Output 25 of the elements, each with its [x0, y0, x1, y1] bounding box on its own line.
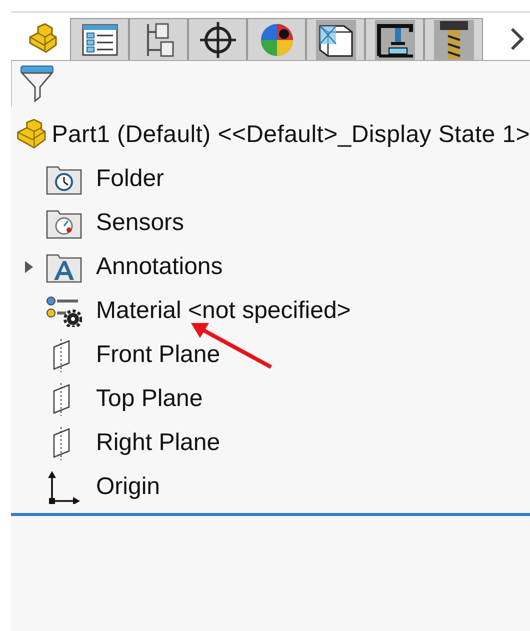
tree-item-label[interactable]: Part1 (Default) <<Default>_Display State 1> — [52, 121, 530, 149]
expand-arrow-icon[interactable] — [24, 261, 34, 273]
panel-tab[interactable] — [424, 18, 483, 60]
tree-item-label[interactable]: Right Plane — [96, 429, 220, 457]
crosshair-icon — [198, 20, 236, 58]
tree-item-label[interactable]: Front Plane — [96, 341, 220, 369]
panel-tab[interactable] — [365, 18, 424, 60]
tree-item-label[interactable]: Annotations — [96, 253, 223, 281]
part-icon — [16, 119, 47, 151]
color-sphere-icon — [260, 22, 294, 56]
panel-tab[interactable] — [188, 18, 247, 60]
panel-tab[interactable] — [129, 18, 188, 60]
material-gear-icon — [46, 295, 82, 327]
chevron-right-icon[interactable] — [510, 27, 524, 51]
origin-axes-icon — [46, 470, 82, 504]
panel-tab[interactable] — [247, 18, 306, 60]
tree-item-label[interactable]: Sensors — [96, 209, 184, 237]
panel-tab[interactable] — [70, 18, 129, 60]
tree-item-label[interactable]: Top Plane — [96, 385, 203, 413]
tree-item-label[interactable]: Material <not specified> — [96, 297, 351, 325]
filter-icon[interactable] — [20, 65, 54, 103]
property-list-icon — [82, 24, 118, 56]
panel-tab[interactable] — [306, 18, 365, 60]
tree-item-label[interactable]: Origin — [96, 473, 160, 501]
tree-item-label[interactable]: Folder — [96, 165, 164, 193]
